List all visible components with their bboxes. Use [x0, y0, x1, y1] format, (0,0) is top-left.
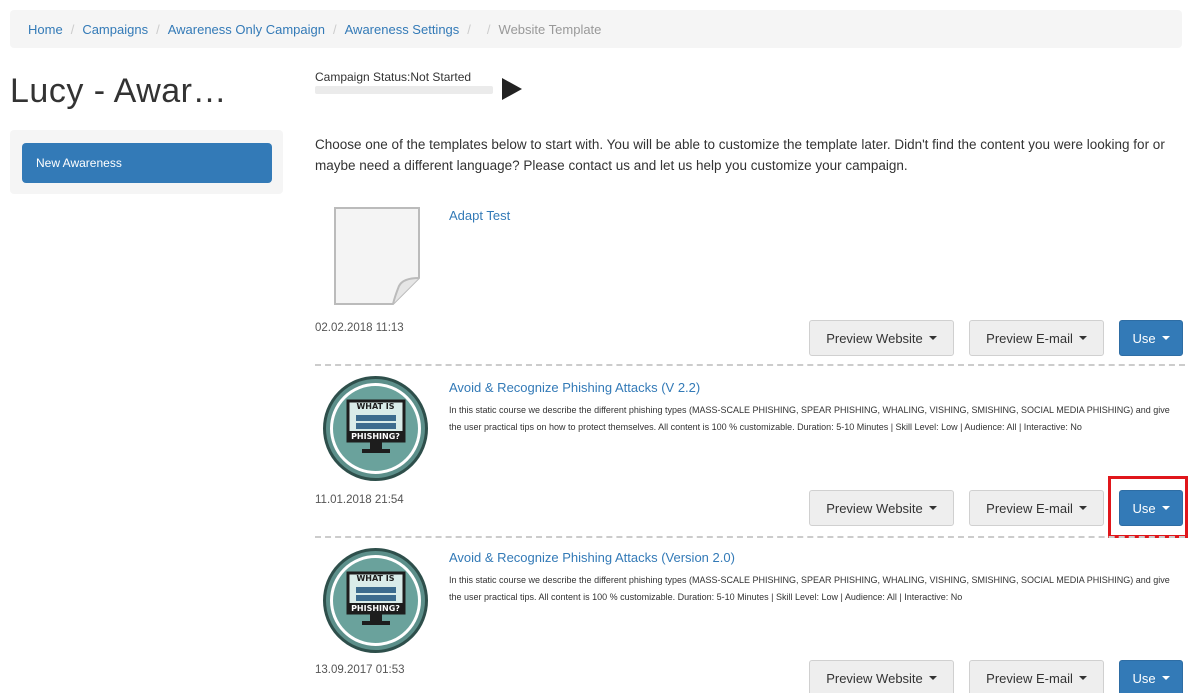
preview-email-button[interactable]: Preview E-mail: [969, 320, 1104, 356]
breadcrumb-separator: /: [333, 21, 337, 37]
thumb-text-line2: PHISHING?: [351, 604, 400, 613]
breadcrumb-separator: /: [486, 21, 491, 37]
divider: [315, 364, 1185, 366]
button-label: Preview Website: [826, 330, 923, 346]
caret-down-icon: [928, 676, 937, 680]
campaign-status: Campaign Status:Not Started: [315, 70, 493, 94]
template-date: 02.02.2018 11:13: [315, 322, 404, 334]
breadcrumb-separator: /: [70, 21, 75, 37]
what-is-phishing-icon[interactable]: WHAT IS PHISHING?: [323, 548, 428, 653]
caret-down-icon: [928, 506, 937, 510]
template-description: In this static course we describe the di…: [449, 405, 1170, 432]
button-label: Preview E-mail: [986, 500, 1073, 516]
breadcrumb-separator: /: [156, 21, 160, 37]
use-button[interactable]: Use: [1119, 320, 1183, 356]
intro-text: Choose one of the templates below to sta…: [315, 137, 1165, 173]
caret-down-icon: [1161, 676, 1170, 680]
preview-website-button[interactable]: Preview Website: [809, 490, 954, 526]
breadcrumb-awareness-settings[interactable]: Awareness Settings: [345, 22, 460, 37]
template-date: 11.01.2018 21:54: [315, 494, 404, 506]
template-title[interactable]: Avoid & Recognize Phishing Attacks (V 2.…: [449, 380, 700, 395]
caret-down-icon: [928, 336, 937, 340]
sidebar: New Awareness: [10, 130, 283, 194]
button-label: Preview E-mail: [986, 330, 1073, 346]
what-is-phishing-icon[interactable]: WHAT IS PHISHING?: [323, 376, 428, 481]
campaign-progress-bar: [315, 86, 493, 94]
page-title: Lucy - Awar…: [10, 72, 228, 110]
button-label: Preview E-mail: [986, 670, 1073, 686]
button-label: Use: [1132, 670, 1156, 686]
breadcrumb-current: Website Template: [498, 21, 602, 37]
caret-down-icon: [1078, 676, 1087, 680]
template-row: WHAT IS PHISHING? Avoid & Recognize Phis…: [315, 372, 1188, 538]
highlight-box: [1108, 476, 1188, 538]
play-icon[interactable]: [502, 78, 522, 100]
button-label: Preview Website: [826, 500, 923, 516]
use-button[interactable]: Use: [1119, 660, 1183, 693]
new-awareness-button[interactable]: New Awareness: [22, 143, 272, 183]
caret-down-icon: [1161, 336, 1170, 340]
thumb-text-line1: WHAT IS: [356, 574, 394, 583]
preview-email-button[interactable]: Preview E-mail: [969, 660, 1104, 693]
breadcrumb: Home / Campaigns / Awareness Only Campai…: [10, 10, 1182, 48]
template-title[interactable]: Adapt Test: [449, 208, 510, 223]
preview-email-button[interactable]: Preview E-mail: [969, 490, 1104, 526]
thumb-text-line2: PHISHING?: [351, 432, 400, 441]
breadcrumb-campaigns[interactable]: Campaigns: [82, 22, 148, 37]
breadcrumb-campaign[interactable]: Awareness Only Campaign: [168, 22, 325, 37]
caret-down-icon: [1078, 336, 1087, 340]
caret-down-icon: [1078, 506, 1087, 510]
preview-website-button[interactable]: Preview Website: [809, 660, 954, 693]
breadcrumb-separator: /: [467, 21, 471, 37]
campaign-status-label: Campaign Status:Not Started: [315, 70, 472, 84]
template-description: In this static course we describe the di…: [449, 575, 1170, 602]
template-row: Adapt Test 02.02.2018 11:13 Preview Webs…: [315, 200, 1185, 360]
button-label: Use: [1132, 330, 1156, 346]
template-date: 13.09.2017 01:53: [315, 664, 405, 676]
template-row: WHAT IS PHISHING? Avoid & Recognize Phis…: [315, 544, 1185, 693]
button-label: Preview Website: [826, 670, 923, 686]
template-title[interactable]: Avoid & Recognize Phishing Attacks (Vers…: [449, 550, 735, 565]
divider: [315, 536, 1185, 538]
thumb-text-line1: WHAT IS: [356, 402, 394, 411]
document-icon[interactable]: [333, 206, 423, 306]
preview-website-button[interactable]: Preview Website: [809, 320, 954, 356]
breadcrumb-home[interactable]: Home: [28, 22, 63, 37]
